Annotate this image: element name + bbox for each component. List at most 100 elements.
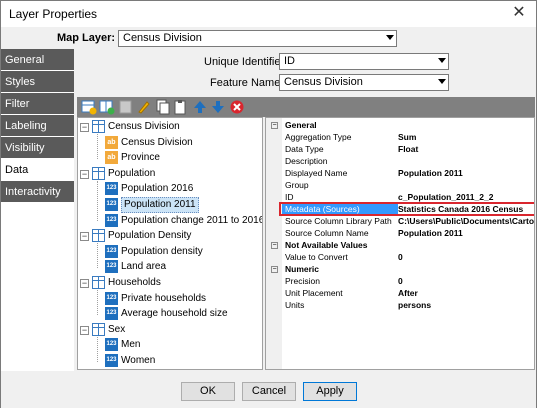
tree-item[interactable]: 123 Population density (78, 244, 262, 260)
sidebar-item-interactivity[interactable]: Interactivity (1, 181, 74, 203)
move-up-icon[interactable] (192, 99, 208, 115)
tree-connector (97, 337, 98, 362)
collapse-icon[interactable]: − (271, 122, 278, 129)
property-row[interactable]: Data Type Float (266, 143, 534, 155)
tree-item[interactable]: 123 Men (78, 337, 262, 353)
tree-connector (97, 134, 98, 159)
delete-icon[interactable] (118, 99, 134, 115)
property-row[interactable]: Displayed Name Population 2011 (266, 167, 534, 179)
text-field-icon: ab (105, 151, 118, 164)
feature-name-label: Feature Name: (210, 77, 284, 89)
table-icon (92, 120, 105, 133)
property-category[interactable]: − Numeric (266, 263, 534, 275)
property-value[interactable]: Population 2011 (398, 227, 463, 239)
edit-icon[interactable] (136, 99, 152, 115)
tree-group[interactable]: − Households (78, 275, 262, 291)
tree-group[interactable]: − Census Division (78, 119, 262, 135)
dialog-footer: OK Cancel Apply (1, 373, 536, 408)
tree-item-label: Men (121, 339, 141, 350)
table-icon (92, 167, 105, 180)
property-value[interactable]: Population 2011 (398, 167, 463, 179)
property-row[interactable]: Source Column Library Path C:\Users\Publi… (266, 215, 534, 227)
add-table-icon[interactable] (81, 99, 97, 115)
collapse-icon[interactable]: − (80, 232, 89, 241)
numeric-field-icon: 123 (105, 198, 118, 211)
numeric-field-icon: 123 (105, 307, 118, 320)
collapse-icon[interactable]: − (271, 242, 278, 249)
property-row[interactable]: Source Column Name Population 2011 (266, 227, 534, 239)
tree-group[interactable]: − Population Density (78, 228, 262, 244)
property-value[interactable]: Float (398, 143, 418, 155)
property-row[interactable]: Group (266, 179, 534, 191)
collapse-icon[interactable]: − (80, 123, 89, 132)
property-value[interactable]: 0 (398, 275, 403, 287)
sidebar-item-general[interactable]: General (1, 49, 74, 71)
tree-item-label: Population density (121, 246, 203, 257)
tree-item[interactable]: 123 Women (78, 353, 262, 369)
move-down-icon[interactable] (210, 99, 226, 115)
property-name: Precision (285, 276, 320, 286)
remove-icon[interactable] (229, 99, 245, 115)
property-name: Data Type (285, 144, 324, 154)
property-row[interactable]: Aggregation Type Sum (266, 131, 534, 143)
unique-identifier-select[interactable]: ID (279, 53, 449, 70)
tree-item[interactable]: 123 Population change 2011 to 2016 (78, 213, 263, 229)
property-row[interactable]: Units persons (266, 299, 534, 311)
tree-item[interactable]: 123 Average household size (78, 306, 262, 322)
close-icon[interactable]: ✕ (508, 3, 530, 23)
tree-item-label: Census Division (121, 137, 193, 148)
apply-button[interactable]: Apply (303, 382, 357, 401)
sidebar-item-data[interactable]: Data (1, 159, 74, 181)
collapse-icon[interactable]: − (80, 170, 89, 179)
property-row[interactable]: Unit Placement After (266, 287, 534, 299)
tree-item[interactable]: 123 Population 2016 (78, 181, 262, 197)
property-row[interactable]: Value to Convert 0 (266, 251, 534, 263)
paste-icon[interactable] (173, 99, 189, 115)
tree-item[interactable]: 123 Land area (78, 259, 262, 275)
property-name: Group (285, 180, 309, 190)
cancel-button[interactable]: Cancel (242, 382, 296, 401)
tree-item[interactable]: 123 Private households (78, 291, 262, 307)
collapse-icon[interactable]: − (271, 266, 278, 273)
tree-item-label: Land area (121, 261, 167, 272)
sidebar-item-labeling[interactable]: Labeling (1, 115, 74, 137)
property-value[interactable]: 0 (398, 251, 403, 263)
feature-name-select[interactable]: Census Division (279, 74, 449, 91)
property-category[interactable]: − General (266, 119, 534, 131)
tree-connector (97, 290, 98, 315)
map-layer-select[interactable]: Census Division (118, 30, 397, 47)
unique-identifier-label: Unique Identifier: (204, 56, 288, 68)
numeric-field-icon: 123 (105, 260, 118, 273)
sidebar-item-visibility-ranges[interactable]: Visibility Ranges (1, 137, 74, 176)
property-value[interactable]: persons (398, 299, 431, 311)
feature-name-value: Census Division (284, 76, 363, 88)
tree-item[interactable]: ab Province (78, 150, 262, 166)
property-row[interactable]: Description (266, 155, 534, 167)
property-category[interactable]: − Not Available Values (266, 239, 534, 251)
tree-item[interactable]: 123 Population 2011 (78, 197, 262, 213)
property-value[interactable]: Sum (398, 131, 416, 143)
metadata-highlight-box (279, 202, 534, 216)
property-category-label: Not Available Values (285, 240, 368, 250)
sidebar-item-styles[interactable]: Styles (1, 71, 74, 93)
tree-group[interactable]: − Population (78, 166, 262, 182)
sidebar-item-filter[interactable]: Filter (1, 93, 74, 115)
columns-toolbar (77, 97, 535, 117)
chevron-down-icon (438, 58, 446, 63)
collapse-icon[interactable]: − (80, 279, 89, 288)
tree-group[interactable]: − Sex (78, 322, 262, 338)
tree-item-label: Province (121, 152, 160, 163)
window-title: Layer Properties (9, 7, 98, 21)
tree-item[interactable]: ab Census Division (78, 135, 262, 151)
ok-button[interactable]: OK (181, 382, 235, 401)
property-row[interactable]: Precision 0 (266, 275, 534, 287)
tree-item-label: Population 2016 (121, 183, 194, 194)
property-value[interactable]: C:\Users\Public\Documents\CartoVista (398, 215, 534, 227)
column-tree: − Census Division ab Census Division ab Provi… (77, 117, 263, 370)
copy-icon[interactable] (155, 99, 171, 115)
property-grid: − General Aggregation Type Sum Data Type Floa… (265, 117, 535, 370)
tree-item-label: Population change 2011 to 2016 (121, 215, 263, 226)
property-value[interactable]: After (398, 287, 418, 299)
add-column-icon[interactable] (99, 99, 115, 115)
collapse-icon[interactable]: − (80, 326, 89, 335)
